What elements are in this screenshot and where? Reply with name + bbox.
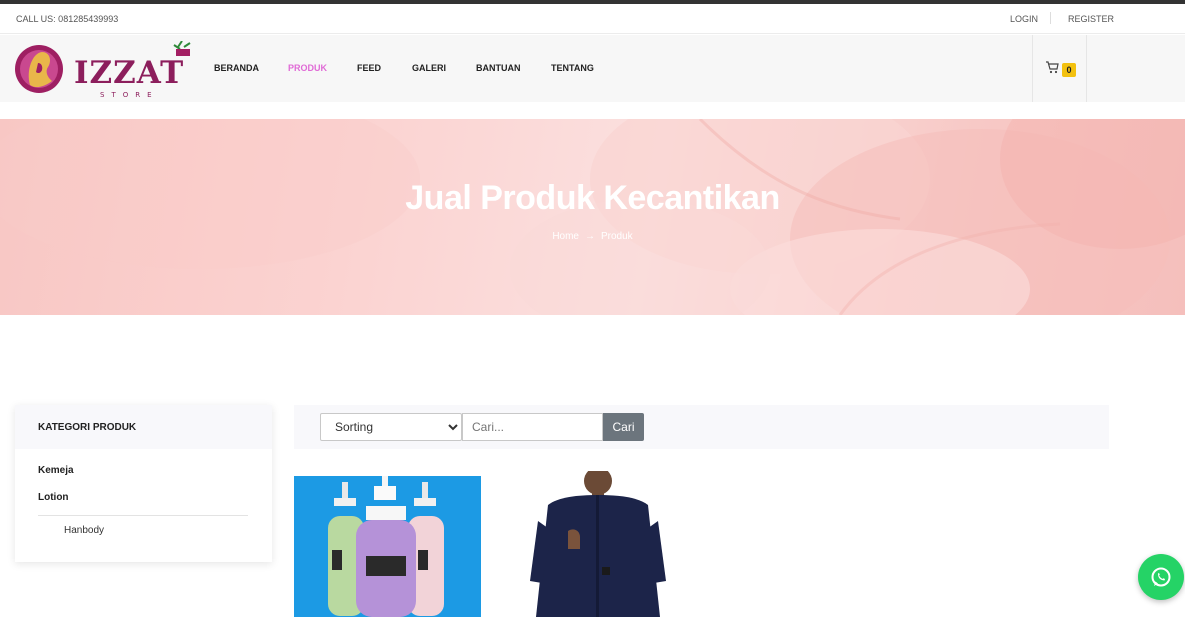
- nav-item-galeri[interactable]: GALERI: [412, 63, 446, 73]
- category-divider: [38, 515, 248, 516]
- nav-item-bantuan[interactable]: BANTUAN: [476, 63, 521, 73]
- sorting-select[interactable]: Sorting: [320, 413, 462, 441]
- nav-item-produk[interactable]: PRODUK: [288, 63, 327, 73]
- sidebar-heading: KATEGORI PRODUK: [15, 405, 272, 449]
- cart-count-badge: 0: [1062, 63, 1076, 77]
- logo-graphic: IZZAT STORE: [15, 40, 191, 99]
- register-link[interactable]: REGISTER: [1068, 14, 1114, 24]
- search-button[interactable]: Cari: [603, 413, 644, 441]
- category-kemeja[interactable]: Kemeja: [38, 465, 74, 476]
- cart-button[interactable]: 0: [1032, 35, 1087, 102]
- nav-item-feed[interactable]: FEED: [357, 63, 381, 73]
- category-sidebar: KATEGORI PRODUK Kemeja Lotion Hanbody: [15, 405, 272, 562]
- breadcrumb: Home → Produk: [0, 231, 1185, 242]
- site-logo[interactable]: IZZAT STORE: [14, 40, 204, 99]
- lotion-bottles-image: [294, 476, 481, 617]
- shirt-model-image: [508, 471, 688, 617]
- nav-item-beranda[interactable]: BERANDA: [214, 63, 259, 73]
- search-input[interactable]: [462, 413, 603, 441]
- whatsapp-chat-button[interactable]: [1138, 554, 1184, 600]
- page-banner: Jual Produk Kecantikan Home → Produk: [0, 119, 1185, 315]
- page-title: Jual Produk Kecantikan: [405, 179, 780, 217]
- product-image-kemeja[interactable]: [508, 471, 688, 617]
- call-us-text: CALL US: 081285439993: [16, 14, 119, 24]
- topbar-divider: [1050, 12, 1051, 24]
- breadcrumb-home-link[interactable]: Home: [552, 231, 579, 242]
- product-toolbar: Sorting Cari: [294, 405, 1109, 449]
- whatsapp-icon: [1151, 567, 1171, 587]
- nav-item-tentang[interactable]: TENTANG: [551, 63, 594, 73]
- login-link[interactable]: LOGIN: [1010, 14, 1038, 24]
- cart-icon: [1046, 61, 1059, 74]
- top-bar: CALL US: 081285439993 LOGIN REGISTER: [0, 4, 1185, 34]
- logo-wordmark: IZZAT: [74, 55, 184, 91]
- main-header: IZZAT STORE BERANDA PRODUK FEED GALERI B…: [0, 35, 1185, 102]
- logo-subtext: STORE: [100, 91, 159, 99]
- product-image-lotion[interactable]: [294, 476, 481, 617]
- category-lotion[interactable]: Lotion: [38, 492, 69, 503]
- subcategory-hanbody[interactable]: Hanbody: [64, 525, 104, 536]
- breadcrumb-current: Produk: [601, 231, 633, 242]
- breadcrumb-arrow-icon: →: [585, 231, 595, 242]
